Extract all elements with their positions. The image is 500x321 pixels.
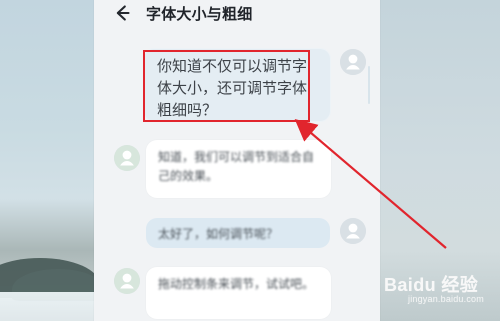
avatar <box>340 218 366 244</box>
message-bubble: 拖动控制条来调节，试试吧。 <box>146 267 331 319</box>
message-text: 知道，我们可以调节到适合自己的效果。 <box>158 150 315 183</box>
screenshot-canvas: 字体大小与粗细 你知道不仅可以调节字体大小，还可调节字体粗细吗？ 知道，我们可以… <box>0 0 500 321</box>
chat-screen: 字体大小与粗细 你知道不仅可以调节字体大小，还可调节字体粗细吗？ 知道，我们可以… <box>94 0 380 321</box>
top-bar: 字体大小与粗细 <box>94 0 380 34</box>
page-title: 字体大小与粗细 <box>146 5 253 23</box>
message-bubble: 太好了，如何调节呢？ <box>146 218 330 248</box>
message-text: 太好了，如何调节呢？ <box>158 227 279 241</box>
watermark-sub: jingyan.baidu.com <box>408 294 484 304</box>
message-text: 你知道不仅可以调节字体大小，还可调节字体粗细吗？ <box>157 57 308 119</box>
message-bubble-main: 你知道不仅可以调节字体大小，还可调节字体粗细吗？ <box>143 48 331 122</box>
avatar <box>114 145 140 171</box>
avatar <box>114 268 140 294</box>
message-text: 拖动控制条来调节，试试吧。 <box>158 277 315 291</box>
avatar <box>340 49 366 75</box>
back-arrow-icon[interactable] <box>112 3 132 23</box>
message-edge-highlight <box>368 66 370 104</box>
watermark: Baidu 经验 jingyan.baidu.com <box>380 264 484 314</box>
message-bubble: 知道，我们可以调节到适合自己的效果。 <box>146 140 331 198</box>
